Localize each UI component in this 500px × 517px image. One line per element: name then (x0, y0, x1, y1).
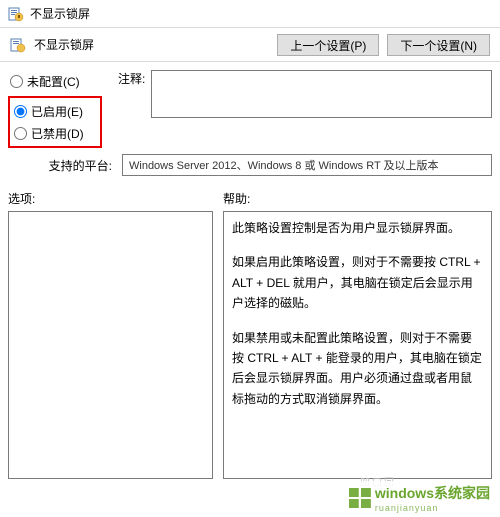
help-column: 帮助: 此策略设置控制是否为用户显示锁屏界面。 如果启用此策略设置，则对于不需要… (223, 190, 492, 479)
comment-textarea[interactable] (151, 70, 492, 118)
highlight-box: 已启用(E) 已禁用(D) (8, 96, 102, 148)
windows-logo-icon (349, 488, 371, 508)
watermark-text: windows系统家园 ruanjianyuan (375, 483, 490, 513)
radio-disabled[interactable]: 已禁用(D) (12, 122, 94, 144)
policy-icon (8, 6, 24, 22)
radio-not-configured[interactable]: 未配置(C) (8, 70, 118, 92)
radio-enabled-label: 已启用(E) (31, 103, 83, 120)
radio-not-configured-input[interactable] (10, 75, 23, 88)
platform-text: Windows Server 2012、Windows 8 或 Windows … (122, 154, 492, 176)
platform-row: 支持的平台: Windows Server 2012、Windows 8 或 W… (0, 148, 500, 176)
options-box (8, 211, 213, 479)
radio-disabled-input[interactable] (14, 127, 27, 140)
help-paragraph: 此策略设置控制是否为用户显示锁屏界面。 (232, 218, 483, 238)
platform-label: 支持的平台: (8, 157, 116, 174)
watermark: windows系统家园 ruanjianyuan (345, 481, 494, 515)
comment-area: 注释: (118, 68, 492, 118)
radio-enabled-input[interactable] (14, 105, 27, 118)
state-radios: 未配置(C) 已启用(E) 已禁用(D) (8, 68, 118, 148)
prev-setting-button[interactable]: 上一个设置(P) (277, 34, 379, 56)
comment-label: 注释: (118, 70, 145, 87)
policy-icon-small (10, 37, 26, 53)
options-label: 选项: (8, 190, 213, 207)
titlebar: 不显示锁屏 (0, 0, 500, 28)
options-column: 选项: (8, 190, 213, 479)
radio-not-configured-label: 未配置(C) (27, 73, 80, 90)
lower-panels: 选项: 帮助: 此策略设置控制是否为用户显示锁屏界面。 如果启用此策略设置，则对… (0, 176, 500, 479)
config-row: 未配置(C) 已启用(E) 已禁用(D) 注释: (0, 62, 500, 148)
help-label: 帮助: (223, 190, 492, 207)
help-paragraph: 如果禁用或未配置此策略设置，则对于不需要按 CTRL + ALT + 能登录的用… (232, 328, 483, 410)
radio-disabled-label: 已禁用(D) (31, 125, 84, 142)
radio-enabled[interactable]: 已启用(E) (12, 100, 94, 122)
policy-name: 不显示锁屏 (34, 36, 94, 53)
window-title: 不显示锁屏 (30, 5, 90, 22)
help-paragraph: 如果启用此策略设置，则对于不需要按 CTRL + ALT + DEL 就用户，其… (232, 252, 483, 313)
nav-buttons: 上一个设置(P) 下一个设置(N) (277, 34, 490, 56)
next-setting-button[interactable]: 下一个设置(N) (387, 34, 490, 56)
help-box: 此策略设置控制是否为用户显示锁屏界面。 如果启用此策略设置，则对于不需要按 CT… (223, 211, 492, 479)
